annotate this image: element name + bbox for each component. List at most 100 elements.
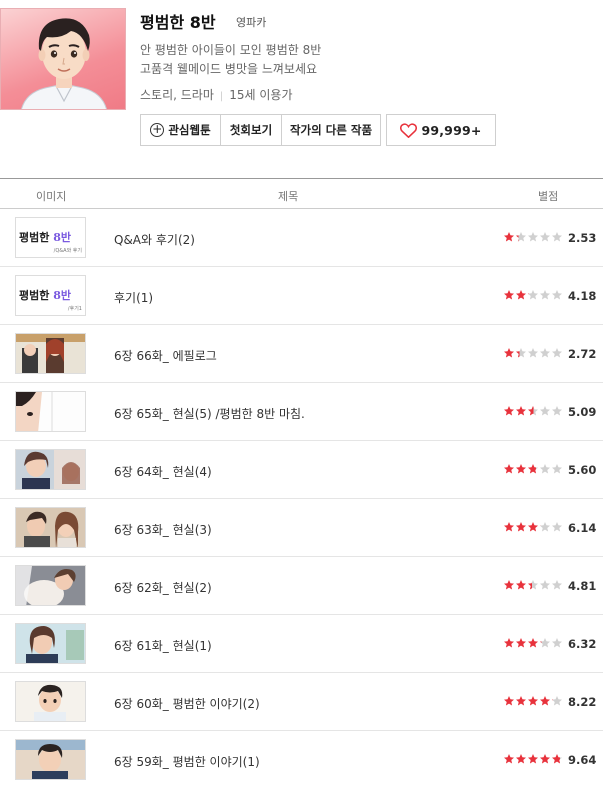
heart-icon	[400, 122, 418, 138]
star-icon	[516, 522, 526, 532]
column-image: 이미지	[36, 190, 67, 203]
star-icon	[540, 290, 550, 300]
episode-title[interactable]: 6장 65화_ 현실(5) /평범한 8반 마침.	[114, 405, 305, 422]
star-icon	[528, 580, 538, 590]
webtoon-title: 평범한 8반	[140, 13, 216, 32]
episode-title[interactable]: 6장 66화_ 에필로그	[114, 347, 217, 364]
meta-divider: |	[219, 91, 224, 102]
star-icon	[528, 348, 538, 358]
star-icon	[540, 406, 550, 416]
other-works-button[interactable]: 작가의 다른 작품	[281, 114, 381, 146]
webtoon-description: 안 평범한 아이들이 모인 평범한 8반 고품격 웰메이드 병맛을 느껴보세요	[140, 41, 321, 79]
episode-row[interactable]: 평범한 8반 /후기1 후기(1) 4.18	[0, 267, 603, 325]
star-rating	[503, 637, 563, 649]
rating-score: 6.14	[568, 521, 597, 535]
thumbnail-title-card: 평범한 8반 /후기1	[16, 276, 85, 315]
episode-thumbnail[interactable]	[15, 507, 86, 548]
star-icon	[552, 580, 562, 590]
star-icon	[540, 754, 550, 764]
star-icon	[528, 406, 538, 416]
like-button[interactable]: 99,999+	[386, 114, 496, 146]
episode-thumbnail[interactable]	[15, 391, 86, 432]
star-rating	[503, 289, 563, 301]
star-icon	[540, 232, 550, 242]
author-name[interactable]: 영파카	[236, 14, 266, 30]
rating-score: 4.18	[568, 289, 597, 303]
star-icon	[504, 290, 514, 300]
favorite-button[interactable]: + 관심웹툰	[140, 114, 221, 146]
episode-thumbnail[interactable]	[15, 681, 86, 722]
episode-title[interactable]: 6장 60화_ 평범한 이야기(2)	[114, 695, 260, 712]
star-icon	[540, 696, 550, 706]
rating-score: 2.72	[568, 347, 597, 361]
star-icon	[552, 754, 562, 764]
episode-thumbnail[interactable]	[15, 739, 86, 780]
plus-circle-icon: +	[150, 122, 165, 137]
star-rating	[503, 347, 563, 359]
star-icon	[528, 638, 538, 648]
favorite-label: 관심웹툰	[168, 123, 211, 137]
episode-title[interactable]: 6장 61화_ 현실(1)	[114, 637, 212, 654]
episode-table-header: 이미지 제목 별점	[0, 178, 603, 209]
first-episode-button[interactable]: 첫회보기	[220, 114, 282, 146]
genre-label: 스토리, 드라마	[140, 88, 214, 102]
rating-score: 6.32	[568, 637, 597, 651]
episode-title[interactable]: 후기(1)	[114, 289, 153, 306]
episode-thumbnail[interactable]: 평범한 8반 /Q&A와 후기	[15, 217, 86, 258]
episode-row[interactable]: 6장 61화_ 현실(1) 6.32	[0, 615, 603, 673]
episode-row[interactable]: 6장 66화_ 에필로그 2.72	[0, 325, 603, 383]
episode-title[interactable]: 6장 62화_ 현실(2)	[114, 579, 212, 596]
star-rating	[503, 463, 563, 475]
episode-title[interactable]: 6장 63화_ 현실(3)	[114, 521, 212, 538]
episode-row[interactable]: 6장 60화_ 평범한 이야기(2) 8.22	[0, 673, 603, 731]
star-icon	[528, 522, 538, 532]
star-icon	[552, 696, 562, 706]
star-icon	[528, 290, 538, 300]
episode-title[interactable]: 6장 59화_ 평범한 이야기(1)	[114, 753, 260, 770]
star-icon	[552, 522, 562, 532]
action-buttons: + 관심웹툰 첫회보기 작가의 다른 작품 99,999+	[140, 114, 496, 146]
star-icon	[516, 232, 526, 242]
thumbnail-title: 평범한 8반	[19, 289, 71, 302]
star-icon	[552, 232, 562, 242]
episode-row[interactable]: 6장 62화_ 현실(2) 4.81	[0, 557, 603, 615]
star-icon	[528, 754, 538, 764]
star-icon	[552, 638, 562, 648]
rating-score: 9.64	[568, 753, 597, 767]
star-icon	[516, 290, 526, 300]
episode-title[interactable]: 6장 64화_ 현실(4)	[114, 463, 212, 480]
column-rating: 별점	[538, 190, 559, 203]
star-icon	[504, 406, 514, 416]
star-icon	[540, 580, 550, 590]
episode-thumbnail[interactable]: 평범한 8반 /후기1	[15, 275, 86, 316]
episode-row[interactable]: 6장 64화_ 현실(4) 5.60	[0, 441, 603, 499]
episode-row[interactable]: 6장 59화_ 평범한 이야기(1) 9.64	[0, 731, 603, 787]
star-icon	[528, 464, 538, 474]
episode-row[interactable]: 평범한 8반 /Q&A와 후기 Q&A와 후기(2) 2.53	[0, 209, 603, 267]
cover-image[interactable]	[0, 8, 126, 110]
episode-thumbnail[interactable]	[15, 333, 86, 374]
star-icon	[540, 348, 550, 358]
episode-row[interactable]: 6장 65화_ 현실(5) /평범한 8반 마침. 5.09	[0, 383, 603, 441]
star-icon	[504, 522, 514, 532]
episode-thumbnail[interactable]	[15, 565, 86, 606]
star-rating	[503, 695, 563, 707]
episode-thumbnail[interactable]	[15, 623, 86, 664]
episode-row[interactable]: 6장 63화_ 현실(3) 6.14	[0, 499, 603, 557]
episode-title[interactable]: Q&A와 후기(2)	[114, 231, 195, 248]
star-icon	[552, 464, 562, 474]
star-icon	[504, 754, 514, 764]
star-icon	[552, 406, 562, 416]
star-icon	[516, 580, 526, 590]
rating-score: 8.22	[568, 695, 597, 709]
thumbnail-title: 평범한 8반	[19, 231, 71, 244]
age-rating: 15세 이용가	[229, 88, 293, 102]
star-icon	[516, 348, 526, 358]
star-rating	[503, 753, 563, 765]
star-icon	[540, 522, 550, 532]
star-rating	[503, 231, 563, 243]
episode-thumbnail[interactable]	[15, 449, 86, 490]
column-title: 제목	[278, 190, 299, 203]
star-rating	[503, 579, 563, 591]
description-line: 안 평범한 아이들이 모인 평범한 8반	[140, 43, 322, 57]
